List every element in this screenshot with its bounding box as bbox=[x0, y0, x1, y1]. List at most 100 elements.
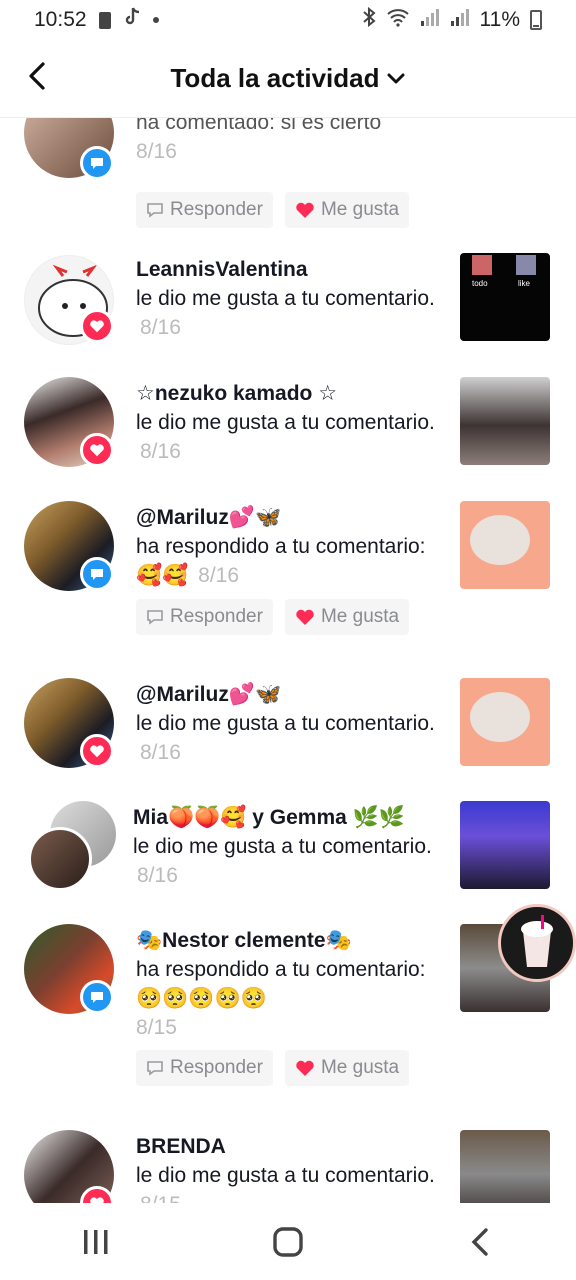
back-button[interactable] bbox=[22, 58, 52, 94]
page-title: Toda la actividad bbox=[170, 63, 380, 93]
activity-feed[interactable]: ha comentado: si es cierto 8/16 Responde… bbox=[0, 118, 576, 1203]
heart-icon bbox=[296, 609, 314, 625]
signal-icon bbox=[420, 7, 440, 33]
more-notifications-icon bbox=[152, 17, 159, 23]
battery-icon bbox=[530, 10, 542, 30]
activity-date: 8/16 bbox=[198, 564, 240, 587]
activity-date: 8/16 bbox=[140, 741, 181, 764]
comment-icon bbox=[147, 203, 163, 218]
username[interactable]: ☆nezuko kamado ☆ bbox=[136, 379, 446, 408]
like-label: Me gusta bbox=[320, 606, 400, 627]
activity-message: le dio me gusta a tu comentario. bbox=[136, 712, 435, 735]
comment-badge-icon bbox=[80, 557, 114, 591]
video-thumbnail[interactable]: todo like bbox=[460, 253, 550, 341]
activity-message: ha respondido a tu comentario: 🥺🥺🥺🥺🥺 bbox=[136, 958, 426, 1010]
avatar[interactable] bbox=[28, 827, 92, 891]
username[interactable]: Mia🍑🍑🥰 y Gemma 🌿🌿 bbox=[133, 803, 443, 832]
heart-icon bbox=[296, 202, 314, 218]
recent-apps-button[interactable] bbox=[56, 1212, 136, 1272]
like-label: Me gusta bbox=[320, 199, 400, 220]
activity-text: 🎭Nestor clemente🎭 ha respondido a tu com… bbox=[136, 926, 446, 1042]
username[interactable]: BRENDA bbox=[136, 1132, 446, 1161]
username[interactable]: LeannisValentina bbox=[136, 255, 446, 284]
activity-message: le dio me gusta a tu comentario. bbox=[136, 411, 435, 434]
username[interactable]: @Mariluz💕🦋 bbox=[136, 503, 446, 532]
activity-date: 8/15 bbox=[136, 1016, 177, 1039]
comment-actions: Responder Me gusta bbox=[136, 192, 410, 228]
sim-alert-icon bbox=[98, 11, 111, 29]
reply-button[interactable]: Responder bbox=[136, 192, 273, 228]
activity-item: @Mariluz💕🦋 le dio me gusta a tu comentar… bbox=[0, 678, 576, 798]
like-button[interactable]: Me gusta bbox=[284, 1050, 410, 1086]
reply-button[interactable]: Responder bbox=[136, 599, 273, 635]
username[interactable]: @Mariluz💕🦋 bbox=[136, 680, 446, 709]
activity-message: le dio me gusta a tu comentario. bbox=[136, 287, 435, 310]
video-thumbnail[interactable] bbox=[460, 501, 550, 589]
reply-label: Responder bbox=[170, 1057, 263, 1078]
activity-item: ha comentado: si es cierto 8/16 Responde… bbox=[0, 118, 576, 248]
bluetooth-icon bbox=[362, 6, 376, 33]
activity-item: 🎭Nestor clemente🎭 ha respondido a tu com… bbox=[0, 924, 576, 1104]
back-arrow-icon bbox=[471, 1227, 488, 1256]
milkshake-icon bbox=[521, 915, 553, 967]
comment-actions: Responder Me gusta bbox=[136, 1050, 410, 1086]
home-icon bbox=[273, 1226, 303, 1257]
activity-item: ☆nezuko kamado ☆ le dio me gusta a tu co… bbox=[0, 377, 576, 497]
heart-badge-icon bbox=[80, 309, 114, 343]
battery-percent: 11% bbox=[479, 8, 520, 31]
system-navigation-bar bbox=[0, 1203, 576, 1280]
thumb-image-left bbox=[472, 255, 492, 275]
wifi-icon bbox=[386, 7, 410, 33]
thumb-image bbox=[470, 692, 530, 742]
activity-item: LeannisValentina le dio me gusta a tu co… bbox=[0, 253, 576, 373]
activity-message: ha comentado: si es cierto bbox=[136, 118, 382, 134]
chevron-down-icon bbox=[387, 73, 404, 83]
comment-actions: Responder Me gusta bbox=[136, 599, 410, 635]
chevron-left-icon bbox=[29, 62, 45, 90]
reply-button[interactable]: Responder bbox=[136, 1050, 273, 1086]
activity-text: Mia🍑🍑🥰 y Gemma 🌿🌿 le dio me gusta a tu c… bbox=[133, 803, 443, 890]
activity-text: ha comentado: si es cierto 8/16 bbox=[136, 118, 446, 166]
recent-apps-icon bbox=[84, 1229, 108, 1254]
header: Toda la actividad bbox=[0, 40, 576, 118]
activity-date: 8/16 bbox=[137, 864, 178, 887]
heart-icon bbox=[296, 1060, 314, 1076]
video-thumbnail[interactable] bbox=[460, 377, 550, 465]
activity-text: LeannisValentina le dio me gusta a tu co… bbox=[136, 255, 446, 342]
thumb-caption: todo bbox=[472, 279, 488, 288]
thumb-image bbox=[470, 515, 530, 565]
activity-text: @Mariluz💕🦋 le dio me gusta a tu comentar… bbox=[136, 680, 446, 767]
video-thumbnail[interactable] bbox=[460, 678, 550, 766]
video-thumbnail[interactable] bbox=[460, 118, 550, 122]
activity-item: BRENDA le dio me gusta a tu comentario. … bbox=[0, 1130, 576, 1203]
activity-text: @Mariluz💕🦋 ha respondido a tu comentario… bbox=[136, 503, 446, 590]
video-thumbnail[interactable] bbox=[460, 801, 550, 889]
like-button[interactable]: Me gusta bbox=[284, 599, 410, 635]
status-bar: 10:52 11% bbox=[0, 0, 576, 40]
system-back-button[interactable] bbox=[440, 1212, 520, 1272]
activity-message: ha respondido a tu comentario: 🥰🥰 bbox=[136, 535, 426, 587]
heart-badge-icon bbox=[80, 433, 114, 467]
activity-item: @Mariluz💕🦋 ha respondido a tu comentario… bbox=[0, 501, 576, 681]
activity-text: BRENDA le dio me gusta a tu comentario. … bbox=[136, 1132, 446, 1203]
activity-date: 8/16 bbox=[140, 440, 181, 463]
comment-badge-icon bbox=[80, 146, 114, 180]
video-thumbnail[interactable] bbox=[460, 1130, 550, 1203]
comment-icon bbox=[147, 1061, 163, 1076]
like-button[interactable]: Me gusta bbox=[284, 192, 410, 228]
username[interactable]: 🎭Nestor clemente🎭 bbox=[136, 926, 446, 955]
activity-item: Mia🍑🍑🥰 y Gemma 🌿🌿 le dio me gusta a tu c… bbox=[0, 801, 576, 921]
reply-label: Responder bbox=[170, 606, 263, 627]
home-button[interactable] bbox=[248, 1212, 328, 1272]
activity-filter-dropdown[interactable]: Toda la actividad bbox=[170, 63, 405, 94]
signal-2-icon bbox=[450, 7, 470, 33]
activity-message: le dio me gusta a tu comentario. bbox=[133, 835, 432, 858]
activity-date: 8/15 bbox=[140, 1193, 181, 1203]
comment-badge-icon bbox=[80, 980, 114, 1014]
comment-icon bbox=[147, 610, 163, 625]
activity-date: 8/16 bbox=[140, 316, 181, 339]
floating-video-bubble[interactable] bbox=[498, 904, 576, 982]
reply-label: Responder bbox=[170, 199, 263, 220]
thumb-image-right bbox=[516, 255, 536, 275]
like-label: Me gusta bbox=[320, 1057, 400, 1078]
